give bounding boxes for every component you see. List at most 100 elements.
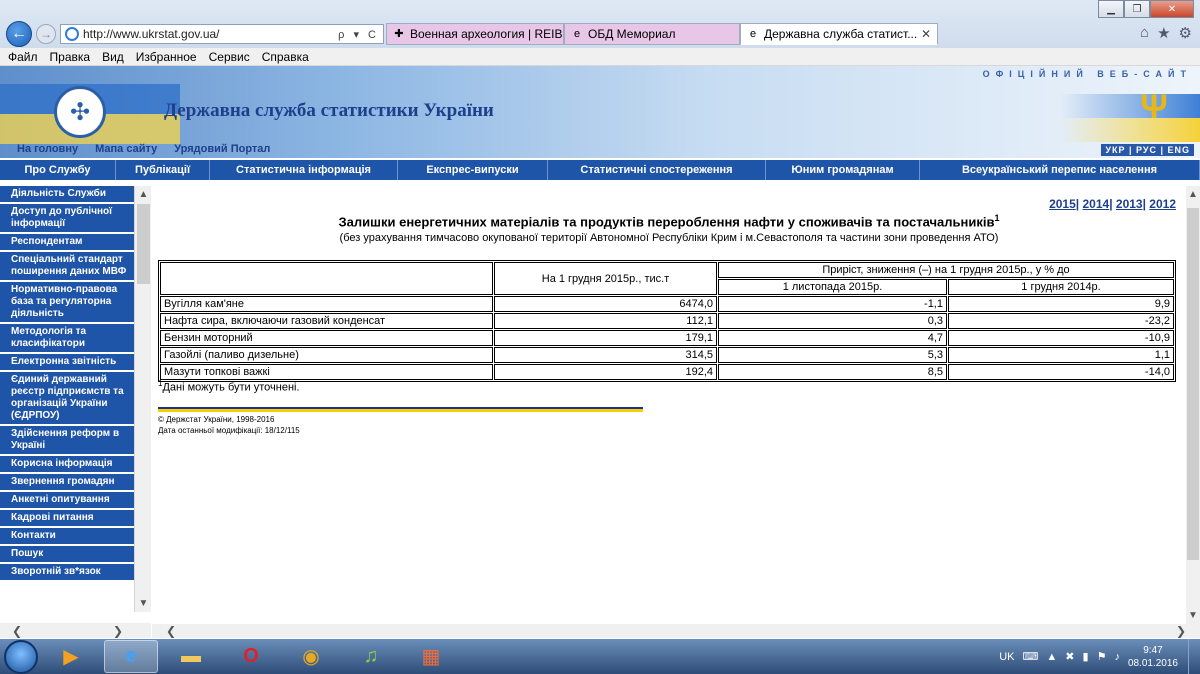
nav-express-releases[interactable]: Експрес-випуски [398, 160, 548, 180]
link-gov-portal[interactable]: Урядовий Портал [174, 143, 270, 155]
nav-about[interactable]: Про Службу [0, 160, 116, 180]
chevron-right-icon[interactable]: ❯ [1176, 624, 1186, 638]
network-error-icon[interactable]: ✖ [1065, 650, 1074, 663]
tab-title: Державна служба статист... [764, 27, 918, 41]
link-sitemap[interactable]: Мапа сайту [95, 143, 157, 155]
minimize-button[interactable]: ▁ [1098, 0, 1124, 18]
sidebar-item-reforms[interactable]: Здійснення реформ в Україні [0, 426, 134, 456]
tab-close-icon[interactable]: ✕ [921, 27, 931, 41]
address-search-refresh-icons[interactable]: ρ ▾ C [338, 28, 383, 41]
scrollbar-thumb[interactable] [137, 204, 150, 284]
favorites-star-icon[interactable]: ★ [1157, 24, 1170, 42]
sidebar-item-sdds[interactable]: Спеціальний стандарт поширення даних МВФ [0, 252, 134, 282]
sidebar-item-public-info[interactable]: Доступ до публічної інформації [0, 204, 134, 234]
ukrstat-logo-icon[interactable]: ✣ [54, 86, 106, 138]
nav-statistical-surveys[interactable]: Статистичні спостереження [548, 160, 766, 180]
header-change-group: Приріст, зниження (–) на 1 грудня 2015р.… [718, 262, 1174, 278]
sidebar-item-search[interactable]: Пошук [0, 546, 134, 564]
row-change-month: 4,7 [718, 330, 947, 346]
sidebar-item-feedback[interactable]: Зворотній зв*язок [0, 564, 134, 582]
media-player-icon[interactable]: ▶ [44, 640, 98, 673]
link-home[interactable]: На головну [17, 143, 78, 155]
tab-military-archaeology[interactable]: ✚ Военная археология | REIBER... [386, 23, 564, 45]
main-horizontal-scrollbar[interactable]: ❮ ❯ [152, 624, 1200, 638]
menu-view[interactable]: Вид [102, 50, 124, 64]
language-indicator[interactable]: UK [999, 651, 1014, 663]
folder-icon[interactable]: ▬ [164, 640, 218, 673]
system-tray: UK ⌨ ▲ ✖ ▮ ⚑ ♪ 9:47 08.01.2016 [999, 644, 1188, 670]
row-value: 179,1 [494, 330, 717, 346]
year-link-2015[interactable]: 2015 [1049, 197, 1076, 211]
sidebar-item-legal-base[interactable]: Нормативно-правова база та регуляторна д… [0, 282, 134, 324]
sidebar-scrollbar[interactable]: ▲ ▼ [134, 186, 151, 612]
menu-favorites[interactable]: Избранное [136, 50, 197, 64]
sidebar-item-methodology[interactable]: Методологія та класифікатори [0, 324, 134, 354]
back-button[interactable]: ← [6, 21, 32, 47]
flag-decoration-right [1060, 94, 1200, 142]
apps-grid-icon[interactable]: ▦ [404, 640, 458, 673]
sidebar-item-useful-info[interactable]: Корисна інформація [0, 456, 134, 474]
data-table: На 1 грудня 2015р., тис.т Приріст, зниже… [158, 260, 1176, 382]
scrollbar-thumb[interactable] [1187, 208, 1199, 560]
sidebar-item-e-reporting[interactable]: Електронна звітність [0, 354, 134, 372]
year-link-2014[interactable]: 2014 [1082, 197, 1109, 211]
row-change-year: -23,2 [948, 313, 1174, 329]
address-bar[interactable]: http://www.ukrstat.gov.ua/ ρ ▾ C [60, 24, 384, 44]
table-row: Нафта сира, включаючи газовий конденсат … [160, 313, 1174, 329]
menu-file[interactable]: Файл [8, 50, 38, 64]
sidebar-horizontal-scrollbar[interactable]: ❮ ❯ [0, 623, 151, 638]
menu-help[interactable]: Справка [262, 50, 309, 64]
keyboard-icon[interactable]: ⌨ [1023, 650, 1039, 663]
nav-statistical-info[interactable]: Статистична інформація [210, 160, 398, 180]
gear-icon[interactable]: ⚙ [1179, 24, 1192, 42]
sidebar-item-contacts[interactable]: Контакти [0, 528, 134, 546]
menu-edit[interactable]: Правка [50, 50, 91, 64]
power-icon[interactable]: ▮ [1083, 650, 1089, 663]
sidebar-item-respondents[interactable]: Респондентам [0, 234, 134, 252]
taskbar: ▶ e ▬ O ◉ ♫ ▦ UK ⌨ ▲ ✖ ▮ ⚑ ♪ 9:47 08.01.… [0, 639, 1200, 674]
sidebar-item-hr[interactable]: Кадрові питання [0, 510, 134, 528]
flag-icon[interactable]: ⚑ [1097, 650, 1107, 663]
sidebar-item-edrpou[interactable]: Єдиний державний реєстр підприємств та о… [0, 372, 134, 426]
chevron-right-icon[interactable]: ❯ [113, 624, 123, 638]
chevron-left-icon[interactable]: ❮ [166, 624, 176, 638]
music-player-icon[interactable]: ♫ [344, 640, 398, 673]
sidebar-item-activity[interactable]: Діяльність Служби [0, 186, 134, 204]
table-header-row: На 1 грудня 2015р., тис.т Приріст, зниже… [160, 262, 1174, 295]
forward-button[interactable]: → [36, 24, 56, 44]
tab-obd-memorial[interactable]: e ОБД Мемориал [564, 23, 740, 45]
footnote: 1Дані можуть бути уточнені. [158, 379, 300, 394]
language-switcher[interactable]: УКР | РУС | ENG [1101, 144, 1194, 156]
row-name: Вугілля кам'яне [160, 296, 493, 312]
internet-explorer-icon[interactable]: e [104, 640, 158, 673]
sidebar-item-surveys[interactable]: Анкетні опитування [0, 492, 134, 510]
maximize-button[interactable]: ❐ [1124, 0, 1150, 18]
row-change-year: -10,9 [948, 330, 1174, 346]
chevron-up-icon[interactable]: ▲ [1186, 186, 1200, 203]
main-navigation: Про Службу Публікації Статистична інформ… [0, 160, 1200, 180]
chevron-down-icon[interactable]: ▼ [135, 595, 151, 612]
year-link-2013[interactable]: 2013 [1116, 197, 1143, 211]
close-window-button[interactable]: ✕ [1150, 0, 1194, 18]
chrome-icon[interactable]: ◉ [284, 640, 338, 673]
chevron-up-icon[interactable]: ▲ [1046, 651, 1057, 663]
home-icon[interactable]: ⌂ [1140, 24, 1149, 42]
url-text[interactable]: http://www.ukrstat.gov.ua/ [83, 27, 338, 41]
clock[interactable]: 9:47 08.01.2016 [1128, 644, 1178, 670]
opera-icon[interactable]: O [224, 640, 278, 673]
chevron-left-icon[interactable]: ❮ [12, 624, 22, 638]
show-desktop-button[interactable] [1188, 639, 1200, 674]
nav-publications[interactable]: Публікації [116, 160, 210, 180]
tab-ukrstat[interactable]: e Державна служба статист... ✕ [740, 23, 938, 45]
year-link-2012[interactable]: 2012 [1149, 197, 1176, 211]
start-button[interactable] [4, 639, 38, 674]
main-vertical-scrollbar[interactable]: ▲ ▼ [1186, 186, 1200, 624]
chevron-down-icon[interactable]: ▼ [1186, 607, 1200, 624]
chevron-up-icon[interactable]: ▲ [135, 186, 151, 203]
sidebar-item-citizen-appeals[interactable]: Звернення громадян [0, 474, 134, 492]
row-change-month: 5,3 [718, 347, 947, 363]
volume-icon[interactable]: ♪ [1114, 651, 1120, 663]
nav-young-citizens[interactable]: Юним громадянам [766, 160, 920, 180]
menu-tools[interactable]: Сервис [209, 50, 250, 64]
nav-census[interactable]: Всеукраїнський перепис населення [920, 160, 1200, 180]
